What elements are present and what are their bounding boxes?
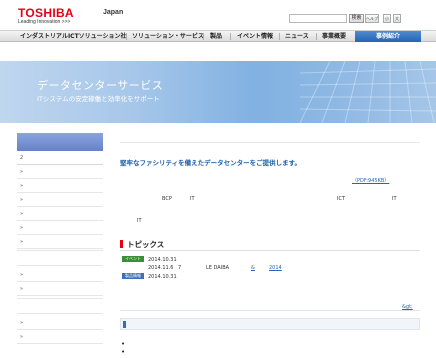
topic-date: 2014.10.31 bbox=[148, 274, 177, 280]
logo-tagline: Leading Innovation >>> bbox=[18, 19, 71, 25]
pdf-download-link[interactable]: （PDF:945KB） bbox=[352, 177, 389, 184]
text-size-small-button[interactable]: 小 bbox=[383, 14, 391, 23]
section-heading-panel bbox=[120, 318, 420, 330]
sidebar-item[interactable]: » bbox=[17, 316, 103, 330]
body-text: IT bbox=[190, 196, 195, 202]
sidebar-divider bbox=[17, 250, 103, 266]
search-button[interactable]: 検索 bbox=[349, 14, 364, 23]
nav-divider bbox=[279, 33, 280, 40]
section-accent-bar bbox=[123, 321, 126, 328]
nav-divider bbox=[316, 33, 317, 40]
nav-item-events[interactable]: イベント情報 bbox=[237, 31, 274, 42]
topic-link[interactable]: & bbox=[251, 265, 255, 271]
sidebar-item[interactable]: » bbox=[17, 235, 103, 249]
page: TOSHIBA Leading Innovation >>> Japan 検索 … bbox=[0, 0, 436, 358]
sidebar-item[interactable]: » bbox=[17, 179, 103, 193]
sidebar-item[interactable]: » bbox=[17, 165, 103, 179]
sidebar-item[interactable]: 2 bbox=[17, 151, 103, 165]
sidebar-item[interactable]: » bbox=[17, 330, 103, 344]
topic-text: LE DAIBA bbox=[206, 265, 230, 271]
search-input[interactable] bbox=[289, 14, 347, 23]
body-text: ICT bbox=[337, 196, 346, 202]
nav-item-case-studies[interactable]: 事例紹介 bbox=[355, 31, 421, 42]
product-badge: 製品情報 bbox=[122, 273, 144, 279]
nav-divider bbox=[230, 33, 231, 40]
nav-divider bbox=[203, 33, 204, 40]
topics-divider bbox=[120, 250, 420, 251]
sidebar-header bbox=[17, 133, 103, 151]
body-text: IT bbox=[392, 196, 397, 202]
region-label: Japan bbox=[103, 9, 124, 16]
hero-title: データセンターサービス bbox=[37, 79, 164, 92]
nav-item-overview[interactable]: 事業概要 bbox=[322, 31, 348, 42]
sidebar-item[interactable]: » bbox=[17, 193, 103, 207]
lead-heading: 堅牢なファシリティを備えたデータセンターをご提供します。 bbox=[120, 159, 301, 167]
global-nav: インダストリアルICTソリューション社 ソリューション・サービス 製品 イベント… bbox=[0, 30, 436, 42]
hero-subtitle: ITシステムの安定稼働と効率化をサポート bbox=[37, 95, 160, 103]
sidebar-item[interactable]: » bbox=[17, 282, 103, 296]
help-button[interactable]: ヘルプ bbox=[365, 14, 379, 23]
event-badge: イベント bbox=[122, 256, 144, 262]
text-size-large-button[interactable]: 大 bbox=[393, 14, 401, 23]
bullet-icon: • bbox=[121, 340, 126, 348]
body-text: BCP bbox=[162, 196, 172, 202]
body-text: IT bbox=[137, 218, 142, 224]
topics-heading: トピックス bbox=[127, 240, 165, 249]
logo-wordmark: TOSHIBA bbox=[18, 6, 74, 20]
nav-item-news[interactable]: ニュース bbox=[285, 31, 309, 42]
sidebar-item[interactable]: » bbox=[17, 207, 103, 221]
bullet-icon: • bbox=[121, 348, 126, 356]
topic-link[interactable]: 2014 bbox=[269, 265, 282, 271]
sidebar-item[interactable]: » bbox=[17, 221, 103, 235]
nav-item-company[interactable]: インダストリアルICTソリューション社 bbox=[20, 31, 127, 42]
nav-item-solutions[interactable]: ソリューション・サービス bbox=[132, 31, 204, 42]
hero-banner: データセンターサービス ITシステムの安定稼働と効率化をサポート bbox=[0, 61, 436, 123]
toshiba-logo[interactable]: TOSHIBA Leading Innovation >>> bbox=[18, 7, 74, 26]
topic-text: 7 bbox=[178, 265, 182, 271]
nav-divider bbox=[126, 33, 127, 40]
nav-item-products[interactable]: 製品 bbox=[210, 31, 224, 42]
topic-date: 2014.11.6 bbox=[148, 265, 174, 271]
topic-date: 2014.10.31 bbox=[148, 257, 177, 263]
topics-accent-bar bbox=[120, 240, 123, 248]
content-divider bbox=[120, 142, 420, 143]
sidebar-item[interactable]: » bbox=[17, 268, 103, 282]
sidebar-divider bbox=[17, 298, 103, 314]
site-header: TOSHIBA Leading Innovation >>> Japan 検索 … bbox=[0, 0, 436, 30]
topics-bottom-divider bbox=[120, 310, 420, 311]
